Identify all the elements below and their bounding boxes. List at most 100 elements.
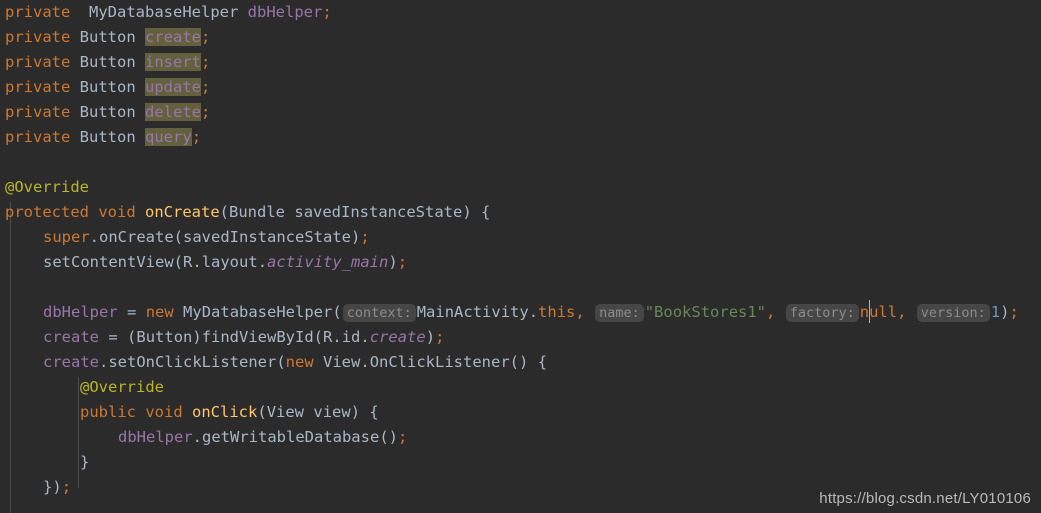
token-keyword-null: null: [859, 303, 898, 321]
token-semicolon: ;: [1009, 303, 1019, 321]
token-rparen: ): [388, 253, 398, 271]
token-keyword-private: private: [5, 103, 71, 121]
token-field-update-highlighted: update: [145, 78, 202, 96]
token-lparen: (: [219, 203, 230, 221]
token-semicolon: ;: [201, 28, 211, 46]
token-semicolon: ;: [61, 478, 72, 496]
token-dot: .: [360, 353, 370, 371]
token-resource-id-create: create: [369, 328, 426, 346]
token-semicolon: ;: [322, 3, 332, 21]
token-type-view: View: [323, 353, 361, 371]
token-dot: .: [99, 353, 109, 371]
indent-guide-level-1: [10, 202, 11, 513]
token-field-dbhelper: dbHelper: [247, 3, 323, 21]
token-semicolon: ;: [191, 128, 202, 146]
code-line-5[interactable]: private Button delete;: [5, 100, 210, 125]
token-method-oncreate-call: onCreate: [99, 228, 174, 246]
token-dot: .: [89, 228, 100, 246]
code-line-13[interactable]: dbHelper = new MyDatabaseHelper(context:…: [43, 300, 1019, 325]
code-line-16[interactable]: @Override: [80, 375, 164, 400]
token-method-onclick: onClick: [192, 403, 258, 421]
token-semicolon: ;: [201, 53, 211, 71]
code-line-19[interactable]: }: [80, 450, 89, 475]
token-lbrace: {: [537, 353, 548, 371]
token-keyword-private: private: [5, 78, 71, 96]
token-field-query-highlighted: query: [145, 128, 192, 146]
token-type-view: View: [266, 403, 305, 421]
token-method-getwritabledatabase: getWritableDatabase: [202, 428, 380, 446]
token-string-bookstores1: "BookStores1": [644, 303, 767, 321]
token-type-button: Button: [79, 103, 136, 121]
code-line-18[interactable]: dbHelper.getWritableDatabase();: [118, 425, 407, 450]
code-line-20[interactable]: });: [43, 475, 71, 500]
token-rparen: ): [350, 403, 361, 421]
token-semicolon: ;: [201, 103, 211, 121]
code-line-3[interactable]: private Button insert;: [5, 50, 210, 75]
code-line-14[interactable]: create = (Button)findViewById(R.id.creat…: [43, 325, 444, 350]
inlay-hint-name: name:: [595, 304, 644, 322]
code-line-11[interactable]: setContentView(R.layout.activity_main);: [43, 250, 407, 275]
code-editor[interactable]: private MyDatabaseHelper dbHelper; priva…: [0, 0, 1041, 513]
token-comma: ,: [766, 303, 776, 321]
token-rparen: ): [351, 228, 361, 246]
token-rparen: ): [52, 478, 62, 496]
token-keyword-public: public: [80, 403, 136, 421]
token-number-one: 1: [990, 303, 1001, 321]
token-annotation-override: @Override: [80, 378, 164, 396]
code-line-10[interactable]: super.onCreate(savedInstanceState);: [43, 225, 370, 250]
token-keyword-this: this: [538, 303, 576, 321]
token-lparen: (: [276, 353, 286, 371]
token-annotation-override: @Override: [5, 178, 89, 196]
token-lbrace: {: [481, 203, 491, 221]
code-line-2[interactable]: private Button create;: [5, 25, 210, 50]
token-field-dbhelper: dbHelper: [43, 303, 118, 321]
token-field-create-highlighted: create: [145, 28, 202, 46]
token-field-delete-highlighted: delete: [145, 103, 202, 121]
token-type-bundle: Bundle: [229, 203, 286, 221]
code-line-8[interactable]: @Override: [5, 175, 89, 200]
token-semicolon: ;: [201, 78, 211, 96]
code-line-6[interactable]: private Button query;: [5, 125, 201, 150]
code-line-17[interactable]: public void onClick(View view) {: [80, 400, 379, 425]
token-lparen: (: [257, 403, 267, 421]
token-rbrace: }: [80, 453, 90, 471]
code-line-1[interactable]: private MyDatabaseHelper dbHelper;: [5, 0, 332, 25]
token-param-view: view: [313, 403, 351, 421]
token-dot: .: [192, 428, 202, 446]
token-semicolon: ;: [435, 328, 445, 346]
code-line-9[interactable]: protected void onCreate(Bundle savedInst…: [5, 200, 490, 225]
token-keyword-private: private: [5, 3, 71, 21]
token-dot: .: [332, 328, 342, 346]
token-resource-activity-main: activity_main: [267, 253, 389, 271]
code-line-4[interactable]: private Button update;: [5, 75, 210, 100]
token-method-findviewbyid: findViewById: [201, 328, 314, 346]
token-r-layout: layout: [201, 253, 258, 271]
token-lbrace: {: [369, 403, 379, 421]
token-keyword-void: void: [98, 203, 136, 221]
token-lparen: (: [332, 303, 342, 321]
inlay-hint-factory: factory:: [785, 304, 859, 322]
code-line-15[interactable]: create.setOnClickListener(new View.OnCli…: [43, 350, 547, 375]
token-lparen: (: [313, 328, 324, 346]
